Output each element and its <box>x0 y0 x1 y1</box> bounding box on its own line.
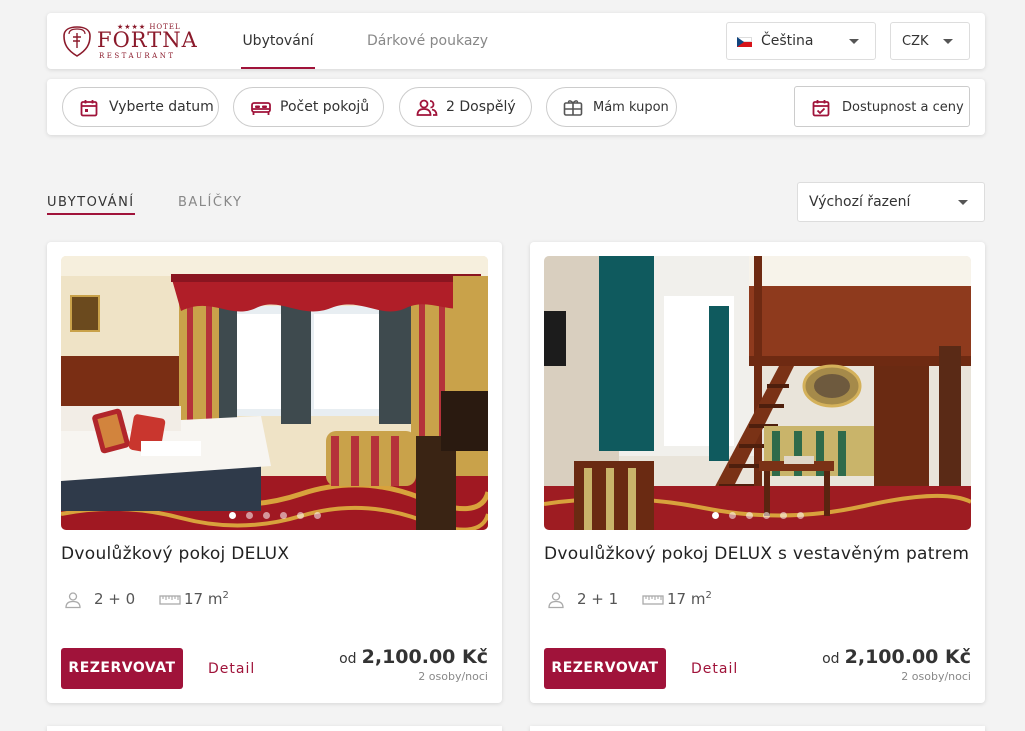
reserve-button[interactable]: REZERVOVAT <box>544 648 666 689</box>
booking-filter-bar: Vyberte datum Počet pokojů 2 Dospělý Mám… <box>47 79 985 135</box>
nav-tab-accommodation[interactable]: Ubytování <box>241 13 315 69</box>
size-number: 17 m <box>667 590 706 608</box>
sort-value: Výchozí řazení <box>809 194 911 210</box>
room-card: Dvoulůžkový pokoj DELUX 2 + 0 17 m2 REZE… <box>47 242 502 703</box>
carousel-dot[interactable] <box>762 512 770 519</box>
carousel-dots <box>61 504 488 519</box>
price-amount: 2,100.00 Kč <box>844 646 971 668</box>
carousel-dot[interactable] <box>745 512 753 519</box>
gift-card-icon <box>563 100 583 116</box>
date-picker-button[interactable]: Vyberte datum <box>62 87 219 127</box>
capacity-value: 2 + 0 <box>94 590 136 608</box>
room-count-label: Počet pokojů <box>280 99 370 115</box>
calendar-icon <box>80 100 98 117</box>
language-value: Čeština <box>761 33 814 49</box>
tab-accommodation[interactable]: UBYTOVÁNÍ <box>47 195 135 215</box>
size-number: 17 m <box>184 590 223 608</box>
price-prefix: od <box>339 651 357 667</box>
calendar-check-icon <box>812 100 830 117</box>
ruler-icon <box>642 595 664 605</box>
language-select[interactable]: Čeština <box>726 22 876 60</box>
carousel-dot[interactable] <box>296 512 304 519</box>
top-navigation-bar: ★★★★ HOTEL FORTNA RESTAURANT Ubytování D… <box>47 13 985 69</box>
room-photo <box>544 256 971 530</box>
czech-flag-icon <box>737 37 752 47</box>
coupon-label: Mám kupon <box>593 100 669 115</box>
ruler-icon <box>159 595 181 605</box>
currency-value: CZK <box>902 34 929 49</box>
room-card: Dvoulůžkový pokoj DELUX s vestavěným pat… <box>530 242 985 703</box>
carousel-dots <box>544 504 971 519</box>
size-value: 17 m2 <box>667 590 712 608</box>
currency-select[interactable]: CZK <box>890 22 970 60</box>
person-icon <box>65 592 81 609</box>
price-amount: 2,100.00 Kč <box>361 646 488 668</box>
logo-name: FORTNA <box>97 28 198 52</box>
room-count-button[interactable]: Počet pokojů <box>233 87 384 127</box>
chevron-down-icon <box>849 39 859 44</box>
chevron-down-icon <box>958 200 968 205</box>
price-note: 2 osoby/noci <box>901 670 971 683</box>
sort-select[interactable]: Výchozí řazení <box>797 182 985 222</box>
guests-button[interactable]: 2 Dospělý <box>399 87 532 127</box>
room-photo-carousel[interactable] <box>61 256 488 530</box>
room-card-partial <box>47 726 502 731</box>
detail-link[interactable]: Detail <box>208 661 255 677</box>
capacity-value: 2 + 1 <box>577 590 619 608</box>
availability-label: Dostupnost a ceny <box>842 100 964 115</box>
carousel-dot[interactable] <box>711 512 719 519</box>
price-prefix: od <box>822 651 840 667</box>
date-picker-label: Vyberte datum <box>109 99 214 115</box>
room-photo-carousel[interactable] <box>544 256 971 530</box>
room-card-partial <box>530 726 985 731</box>
room-price: od 2,100.00 Kč 2 osoby/noci <box>339 646 488 683</box>
detail-link[interactable]: Detail <box>691 661 738 677</box>
size-unit-exponent: 2 <box>222 590 229 601</box>
reserve-button[interactable]: REZERVOVAT <box>61 648 183 689</box>
person-icon <box>548 592 564 609</box>
carousel-dot[interactable] <box>228 512 236 519</box>
guests-label: 2 Dospělý <box>446 99 516 115</box>
room-name[interactable]: Dvoulůžkový pokoj DELUX <box>61 544 289 564</box>
logo-subtitle: RESTAURANT <box>99 52 176 60</box>
carousel-dot[interactable] <box>728 512 736 519</box>
carousel-dot[interactable] <box>779 512 787 519</box>
size-value: 17 m2 <box>184 590 229 608</box>
tab-packages[interactable]: BALÍČKY <box>178 195 242 210</box>
carousel-dot[interactable] <box>279 512 287 519</box>
room-name[interactable]: Dvoulůžkový pokoj DELUX s vestavěným pat… <box>544 544 969 564</box>
chevron-down-icon <box>943 39 953 44</box>
availability-button[interactable]: Dostupnost a ceny <box>794 86 970 127</box>
size-unit-exponent: 2 <box>705 590 712 601</box>
bed-icon <box>251 102 271 115</box>
room-photo <box>61 256 488 530</box>
price-note: 2 osoby/noci <box>418 670 488 683</box>
people-icon <box>416 99 438 116</box>
carousel-dot[interactable] <box>796 512 804 519</box>
carousel-dot[interactable] <box>262 512 270 519</box>
coupon-button[interactable]: Mám kupon <box>546 87 677 127</box>
carousel-dot[interactable] <box>313 512 321 519</box>
hotel-logo[interactable]: ★★★★ HOTEL FORTNA RESTAURANT <box>61 22 197 62</box>
room-price: od 2,100.00 Kč 2 osoby/noci <box>822 646 971 683</box>
carousel-dot[interactable] <box>245 512 253 519</box>
nav-tab-gift-vouchers[interactable]: Dárkové poukazy <box>367 13 488 69</box>
hotel-emblem-icon <box>63 26 91 57</box>
